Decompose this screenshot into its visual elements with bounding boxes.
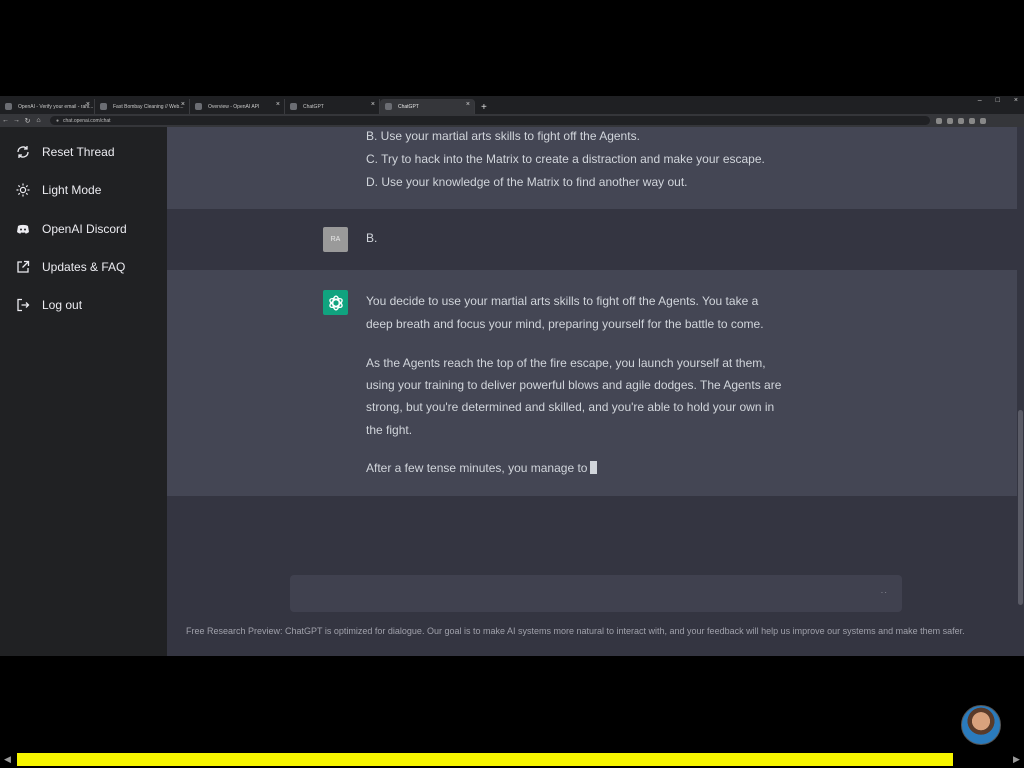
- user-message-text: B.: [366, 231, 378, 245]
- profile-icon[interactable]: [980, 117, 986, 124]
- tab-favicon-icon: [385, 103, 392, 110]
- message-line: strong, but you're determined and skille…: [366, 400, 775, 414]
- sidebar-item-log-out[interactable]: Log out: [16, 295, 82, 315]
- right-arrow-icon[interactable]: ▶: [1013, 754, 1020, 765]
- user-avatar: RA: [323, 227, 348, 252]
- message-line: B. Use your martial arts skills to fight…: [366, 129, 640, 143]
- sidebar-item-openai-discord[interactable]: OpenAI Discord: [16, 219, 127, 239]
- sidebar-item-light-mode[interactable]: Light Mode: [16, 180, 101, 200]
- webcam-avatar: [961, 705, 1001, 745]
- send-icon[interactable]: ··: [881, 588, 888, 597]
- browser-window: OpenAI - Verify your email - rahi... × F…: [0, 96, 1024, 656]
- refresh-icon: [16, 145, 30, 159]
- home-icon[interactable]: ⌂: [33, 117, 44, 124]
- user-message-block: RA B.: [167, 209, 1017, 270]
- openai-logo-icon: [328, 295, 343, 310]
- message-line: After a few tense minutes, you manage to: [366, 461, 588, 475]
- sidebar-item-label: Reset Thread: [42, 145, 115, 159]
- sidebar-item-label: OpenAI Discord: [42, 222, 127, 236]
- tab-favicon-icon: [290, 103, 297, 110]
- scrollbar-thumb[interactable]: [1018, 410, 1023, 605]
- extensions-area: [936, 117, 986, 124]
- tab-close-icon[interactable]: ×: [86, 101, 90, 108]
- discord-icon: [16, 222, 30, 236]
- message-line: C. Try to hack into the Matrix to create…: [366, 152, 765, 166]
- close-window-button[interactable]: ×: [1014, 97, 1018, 104]
- assistant-message-block: B. Use your martial arts skills to fight…: [167, 127, 1017, 209]
- typing-cursor: [590, 461, 598, 474]
- tab-close-icon[interactable]: ×: [371, 101, 375, 108]
- extension-icon[interactable]: [936, 117, 942, 124]
- message-input[interactable]: ··: [290, 575, 902, 612]
- message-line-streaming: After a few tense minutes, you manage to: [366, 461, 598, 475]
- tab-close-icon[interactable]: ×: [466, 101, 470, 108]
- window-controls: – □ ×: [978, 97, 1018, 104]
- url-text: chat.openai.com/chat: [63, 117, 111, 124]
- message-line: using your training to deliver powerful …: [366, 378, 782, 392]
- assistant-message-block: You decide to use your martial arts skil…: [167, 270, 1017, 496]
- extension-icon[interactable]: [947, 117, 953, 124]
- back-icon[interactable]: ←: [0, 117, 11, 124]
- tab-title: ChatGPT: [398, 103, 419, 110]
- sidebar-item-reset-thread[interactable]: Reset Thread: [16, 142, 115, 162]
- assistant-avatar: [323, 290, 348, 315]
- logout-icon: [16, 298, 30, 312]
- external-link-icon: [16, 260, 30, 274]
- message-line: As the Agents reach the top of the fire …: [366, 356, 766, 370]
- extension-icon[interactable]: [969, 117, 975, 124]
- browser-tab[interactable]: Fast Bombay Cleaning // Web... ×: [95, 99, 190, 114]
- tab-title: Overview - OpenAI API: [208, 103, 260, 110]
- tab-favicon-icon: [5, 103, 12, 110]
- browser-tab-active[interactable]: ChatGPT ×: [380, 99, 475, 114]
- sidebar-item-label: Log out: [42, 298, 83, 312]
- tab-favicon-icon: [100, 103, 107, 110]
- url-field[interactable]: ● chat.openai.com/chat: [50, 116, 930, 125]
- tab-title: Fast Bombay Cleaning // Web...: [113, 103, 184, 110]
- browser-tab[interactable]: ChatGPT ×: [285, 99, 380, 114]
- tab-close-icon[interactable]: ×: [181, 101, 185, 108]
- progress-bar[interactable]: [17, 753, 953, 766]
- extension-icon[interactable]: [958, 117, 964, 124]
- tab-title: ChatGPT: [303, 103, 324, 110]
- sidebar: Reset Thread Light Mode OpenAI Discord U…: [0, 127, 167, 656]
- message-line: deep breath and focus your mind, prepari…: [366, 317, 764, 331]
- sidebar-item-label: Light Mode: [42, 183, 102, 197]
- tab-bar: OpenAI - Verify your email - rahi... × F…: [0, 96, 1024, 114]
- message-line: the fight.: [366, 423, 413, 437]
- message-line: D. Use your knowledge of the Matrix to f…: [366, 175, 688, 189]
- sun-icon: [16, 183, 30, 197]
- footer-disclaimer: Free Research Preview: ChatGPT is optimi…: [186, 626, 965, 636]
- tab-favicon-icon: [195, 103, 202, 110]
- browser-tab[interactable]: Overview - OpenAI API ×: [190, 99, 285, 114]
- scrollbar[interactable]: [1017, 127, 1024, 656]
- left-arrow-icon[interactable]: ◀: [4, 754, 11, 765]
- tab-close-icon[interactable]: ×: [276, 101, 280, 108]
- sidebar-item-updates-faq[interactable]: Updates & FAQ: [16, 257, 125, 277]
- lock-icon: ●: [56, 117, 60, 124]
- address-bar-row: ← → ↻ ⌂ ● chat.openai.com/chat: [0, 114, 1024, 127]
- browser-tab[interactable]: OpenAI - Verify your email - rahi... ×: [0, 99, 95, 114]
- maximize-button[interactable]: □: [996, 97, 1000, 104]
- new-tab-button[interactable]: +: [475, 102, 493, 114]
- minimize-button[interactable]: –: [978, 97, 982, 104]
- message-line: You decide to use your martial arts skil…: [366, 294, 759, 308]
- tab-title: OpenAI - Verify your email - rahi...: [18, 103, 94, 110]
- reload-icon[interactable]: ↻: [22, 117, 33, 125]
- sidebar-item-label: Updates & FAQ: [42, 260, 126, 274]
- forward-icon[interactable]: →: [11, 117, 22, 124]
